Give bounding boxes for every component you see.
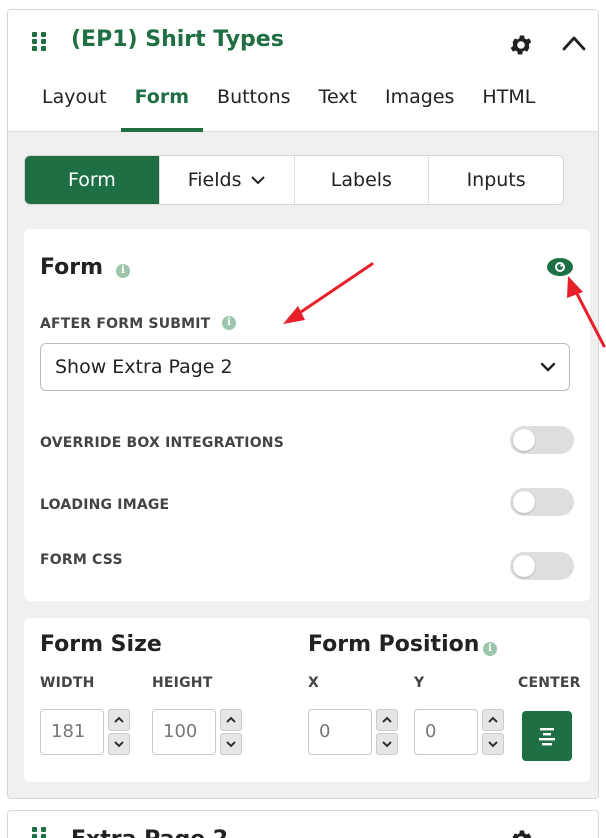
tab-buttons[interactable]: Buttons: [203, 78, 305, 132]
info-icon[interactable]: i: [116, 264, 130, 278]
after-submit-value: Show Extra Page 2: [55, 356, 233, 378]
x-stepper[interactable]: [376, 709, 398, 755]
panel-title: (EP1) Shirt Types: [71, 27, 284, 52]
tab-html[interactable]: HTML: [468, 78, 549, 132]
x-input[interactable]: 0: [308, 709, 372, 755]
form-heading: Form: [40, 255, 104, 280]
center-label: CENTER: [518, 675, 581, 691]
sub-tab-bar: Form Fields Labels Inputs: [24, 155, 564, 205]
panel-tabs: Layout Form Buttons Text Images HTML: [28, 78, 549, 132]
form-css-label: FORM CSS: [40, 552, 123, 568]
loading-image-toggle[interactable]: [510, 488, 574, 516]
next-block-panel[interactable]: Extra Page 2: [7, 810, 599, 838]
override-integrations-label: OVERRIDE BOX INTEGRATIONS: [40, 435, 285, 451]
segment-labels[interactable]: Labels: [295, 156, 430, 204]
x-label: X: [308, 675, 319, 691]
segment-fields-label: Fields: [187, 169, 242, 191]
height-stepper[interactable]: [220, 709, 242, 755]
height-label: HEIGHT: [152, 675, 213, 691]
tab-text[interactable]: Text: [305, 78, 371, 132]
increment-icon[interactable]: [220, 709, 242, 731]
eye-icon[interactable]: [545, 256, 575, 278]
tab-form[interactable]: Form: [120, 78, 204, 132]
segment-fields[interactable]: Fields: [160, 156, 295, 204]
align-center-icon: [539, 728, 555, 746]
form-position-heading: Form Position: [308, 632, 480, 657]
next-panel-title: Extra Page 2: [71, 827, 228, 838]
panel-header: (EP1) Shirt Types Layout Form Buttons Te…: [8, 10, 598, 132]
chevron-down-icon: [250, 176, 265, 185]
form-size-heading: Form Size: [40, 632, 162, 657]
width-stepper[interactable]: [108, 709, 130, 755]
chevron-up-icon[interactable]: [561, 32, 587, 54]
height-input[interactable]: 100: [152, 709, 216, 755]
increment-icon[interactable]: [376, 709, 398, 731]
override-integrations-toggle[interactable]: [510, 426, 574, 454]
segment-inputs-label: Inputs: [466, 169, 526, 191]
drag-handle-icon[interactable]: [32, 32, 50, 52]
decrement-icon[interactable]: [220, 733, 242, 755]
gear-icon[interactable]: [508, 32, 534, 58]
after-submit-select[interactable]: Show Extra Page 2: [40, 343, 570, 391]
form-settings-card: Form i AFTER FORM SUBMIT i Show Extra Pa…: [24, 229, 590, 601]
segment-inputs[interactable]: Inputs: [429, 156, 563, 204]
loading-image-label: LOADING IMAGE: [40, 497, 170, 513]
y-input[interactable]: 0: [414, 709, 478, 755]
segment-form[interactable]: Form: [25, 156, 160, 204]
chevron-down-icon: [540, 362, 556, 372]
segment-labels-label: Labels: [330, 169, 392, 191]
info-icon[interactable]: i: [483, 642, 497, 656]
decrement-icon[interactable]: [376, 733, 398, 755]
decrement-icon[interactable]: [482, 733, 504, 755]
y-label: Y: [414, 675, 425, 691]
increment-icon[interactable]: [482, 709, 504, 731]
gear-icon[interactable]: [508, 827, 534, 838]
increment-icon[interactable]: [108, 709, 130, 731]
decrement-icon[interactable]: [108, 733, 130, 755]
block-panel: (EP1) Shirt Types Layout Form Buttons Te…: [7, 9, 599, 799]
info-icon[interactable]: i: [222, 316, 236, 330]
form-size-position-card: Form Size Form Position i WIDTH HEIGHT X…: [24, 618, 590, 782]
y-stepper[interactable]: [482, 709, 504, 755]
segment-form-label: Form: [67, 169, 116, 191]
width-input[interactable]: 181: [40, 709, 104, 755]
form-css-toggle[interactable]: [510, 552, 574, 580]
after-submit-label: AFTER FORM SUBMIT: [40, 316, 211, 332]
tab-images[interactable]: Images: [371, 78, 468, 132]
tab-layout[interactable]: Layout: [28, 78, 121, 132]
width-label: WIDTH: [40, 675, 95, 691]
drag-handle-icon[interactable]: [32, 827, 50, 838]
center-button[interactable]: [522, 711, 572, 761]
